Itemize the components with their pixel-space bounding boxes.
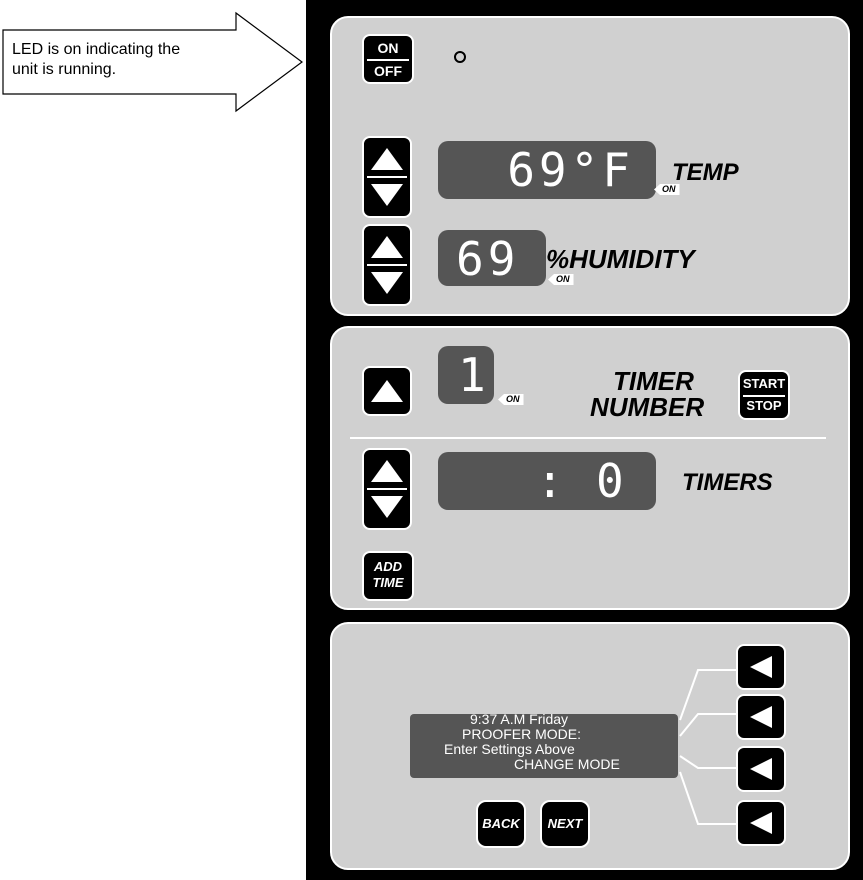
off-label: OFF xyxy=(374,63,402,79)
callout-text: LED is on indicating the unit is running… xyxy=(12,40,252,80)
timers-down-icon[interactable] xyxy=(371,496,403,518)
softkey-1-button[interactable] xyxy=(736,644,786,690)
humidity-up-icon[interactable] xyxy=(371,236,403,258)
humidity-label: %HUMIDITY xyxy=(546,244,695,274)
controller-body: ON OFF 69°F ON TEMP 69 ON %HUMIDITY 1 ON… xyxy=(306,0,863,880)
timer-number-value: 1 xyxy=(458,348,490,402)
start-stop-divider xyxy=(743,395,785,397)
lcd-line-2: PROOFER MODE: xyxy=(462,726,582,742)
temp-label: TEMP xyxy=(672,159,739,186)
lcd-line-4: CHANGE MODE xyxy=(514,756,620,772)
start-label: START xyxy=(742,376,786,391)
lcd-line-3: Enter Settings Above xyxy=(444,741,575,757)
timers-display: : 0 xyxy=(438,452,656,510)
softkey-3-button[interactable] xyxy=(736,746,786,792)
temp-divider xyxy=(367,176,407,178)
on-off-button[interactable]: ON OFF xyxy=(362,34,414,84)
on-off-divider xyxy=(367,59,409,61)
softkey-2-button[interactable] xyxy=(736,694,786,740)
lcd-line-1: 9:37 A.M Friday xyxy=(470,711,569,727)
timers-up-icon[interactable] xyxy=(371,460,403,482)
start-stop-button[interactable]: START STOP xyxy=(738,370,790,420)
temp-adjust-buttons xyxy=(362,136,412,218)
humidity-value: 69 xyxy=(456,232,520,286)
timers-divider xyxy=(367,488,407,490)
timer-number-label-2: NUMBER xyxy=(590,392,705,422)
humidity-display: 69 xyxy=(438,230,546,286)
timer-number-up-button[interactable] xyxy=(362,366,412,416)
timer-number-up-icon xyxy=(371,380,403,402)
softkey-4-left-icon xyxy=(750,812,772,834)
humidity-adjust-buttons xyxy=(362,224,412,306)
callout-line-1: LED is on indicating the xyxy=(12,41,181,58)
next-button[interactable]: NEXT xyxy=(540,800,590,848)
softkey-connector-lines xyxy=(679,669,736,825)
temp-down-icon[interactable] xyxy=(371,184,403,206)
back-button[interactable]: BACK xyxy=(476,800,526,848)
softkey-2-left-icon xyxy=(750,706,772,728)
timer-number-display: 1 xyxy=(438,346,494,404)
add-time-label-2: TIME xyxy=(372,575,404,590)
softkey-1-left-icon xyxy=(750,656,772,678)
callout-line-2: unit is running. xyxy=(12,61,117,78)
timers-value: 0 xyxy=(596,454,628,508)
humidity-down-icon[interactable] xyxy=(371,272,403,294)
lcd-screen: 9:37 A.M Friday PROOFER MODE: Enter Sett… xyxy=(410,711,678,778)
softkey-3-left-icon xyxy=(750,758,772,780)
add-time-label-1: ADD xyxy=(373,559,403,574)
add-time-button[interactable]: ADD TIME xyxy=(362,551,414,601)
temp-display: 69°F xyxy=(438,141,656,199)
timers-label: TIMERS xyxy=(682,469,773,496)
timers-adjust-buttons xyxy=(362,448,412,530)
power-led xyxy=(454,51,466,63)
temp-up-icon[interactable] xyxy=(371,148,403,170)
softkey-4-button[interactable] xyxy=(736,800,786,846)
timers-colon: : xyxy=(536,454,568,508)
humidity-divider xyxy=(367,264,407,266)
temp-value: 69°F xyxy=(507,143,634,197)
on-label: ON xyxy=(377,40,399,56)
timer-panel-divider xyxy=(350,437,826,439)
stop-label: STOP xyxy=(746,398,782,413)
